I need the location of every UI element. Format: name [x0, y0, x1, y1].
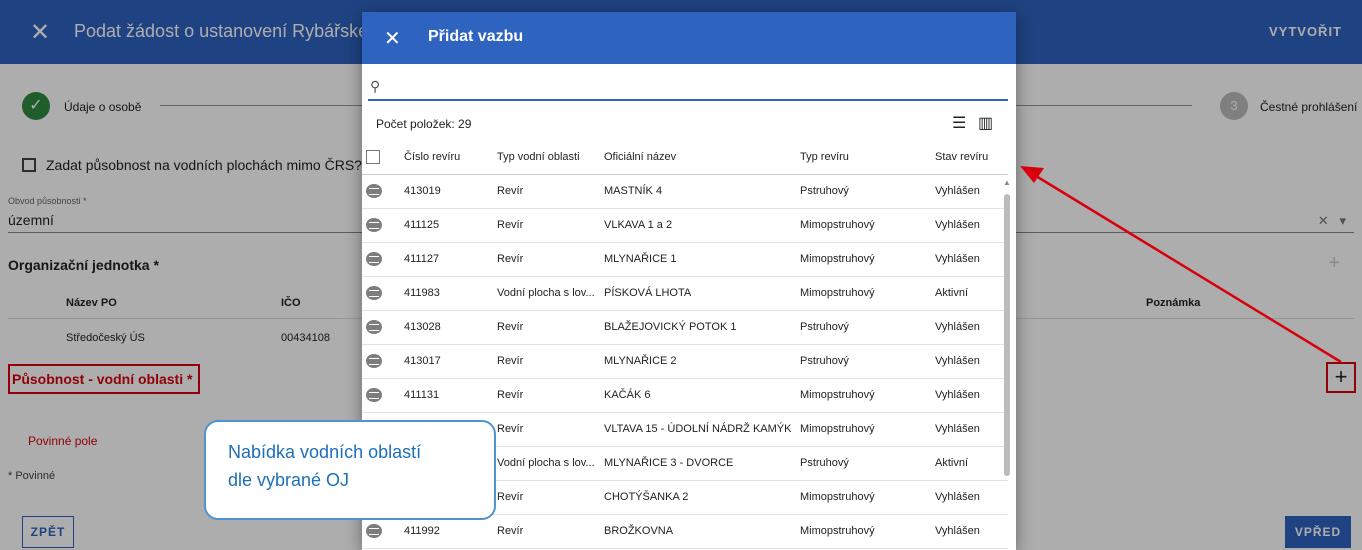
table-scrollbar[interactable]: ▲	[1003, 178, 1011, 550]
list-view-icon[interactable]: ☰	[952, 113, 966, 133]
table-cell: MLYNAŘICE 2	[600, 344, 796, 379]
water-area-icon	[366, 354, 382, 368]
table-cell: VLKAVA 1 a 2	[600, 208, 796, 243]
table-row[interactable]: 411983 Vodní plocha s lov... PÍSKOVÁ LHOTA…	[362, 276, 1008, 311]
table-cell: VLTAVA 15 - ÚDOLNÍ NÁDRŽ KAMÝK	[600, 412, 796, 447]
table-cell: MLYNAŘICE 1	[600, 242, 796, 277]
table-cell: Revír	[493, 378, 600, 413]
column-header[interactable]: Typ vodní oblasti	[493, 140, 600, 175]
table-cell: Mimopstruhový	[796, 412, 931, 447]
column-header[interactable]: Oficiální název	[600, 140, 796, 175]
item-count: Počet položek: 29	[376, 117, 472, 131]
table-cell: Vyhlášen	[931, 514, 1008, 549]
callout-line: dle vybrané OJ	[228, 470, 350, 490]
table-cell: Vodní plocha s lov...	[493, 276, 600, 311]
column-header[interactable]: Typ revíru	[796, 140, 931, 175]
table-cell: Pstruhový	[796, 446, 931, 481]
scroll-up-icon[interactable]: ▲	[1003, 178, 1011, 187]
column-header[interactable]: Stav revíru	[931, 140, 1008, 175]
table-cell: Revír	[493, 174, 600, 209]
table-cell: Mimopstruhový	[796, 276, 931, 311]
table-cell: Pstruhový	[796, 310, 931, 345]
table-cell: Revír	[493, 412, 600, 447]
table-cell: Vyhlášen	[931, 310, 1008, 345]
table-cell: 413019	[400, 174, 493, 209]
table-cell: Revír	[493, 310, 600, 345]
table-cell: Revír	[493, 480, 600, 515]
table-row[interactable]: 413017 Revír MLYNAŘICE 2 Pstruhový Vyhlášen	[362, 344, 1008, 379]
search-bar: ⚲	[368, 76, 1008, 101]
table-cell: 411127	[400, 242, 493, 277]
table-cell: MASTNÍK 4	[600, 174, 796, 209]
table-row[interactable]: 411125 Revír VLKAVA 1 a 2 Mimopstruhový Vyhl…	[362, 208, 1008, 243]
table-row[interactable]: 411127 Revír MLYNAŘICE 1 Mimopstruhový Vyhlá…	[362, 242, 1008, 277]
table-row[interactable]: 411131 Revír KAČÁK 6 Mimopstruhový Vyhlášen	[362, 378, 1008, 413]
dialog-title: Přidat vazbu	[428, 28, 524, 45]
water-area-icon	[366, 524, 382, 538]
table-cell: Revír	[493, 208, 600, 243]
water-area-icon	[366, 184, 382, 198]
close-icon[interactable]: ✕	[384, 26, 401, 51]
table-cell: BROŽKOVNA	[600, 514, 796, 549]
table-cell: Mimopstruhový	[796, 514, 931, 549]
table-cell: 413028	[400, 310, 493, 345]
table-cell: Pstruhový	[796, 344, 931, 379]
water-area-icon	[366, 320, 382, 334]
table-cell: Vodní plocha s lov...	[493, 446, 600, 481]
table-cell: Vyhlášen	[931, 480, 1008, 515]
table-cell: CHOTÝŠANKA 2	[600, 480, 796, 515]
table-cell: PÍSKOVÁ LHOTA	[600, 276, 796, 311]
table-cell: Revír	[493, 344, 600, 379]
table-cell: Vyhlášen	[931, 344, 1008, 379]
water-area-icon	[366, 286, 382, 300]
table-cell: Mimopstruhový	[796, 480, 931, 515]
water-area-icon	[366, 218, 382, 232]
water-area-icon	[366, 388, 382, 402]
table-header-row: Číslo revíru Typ vodní oblasti Oficiální…	[362, 140, 1008, 175]
table-row[interactable]: 413028 Revír BLAŽEJOVICKÝ POTOK 1 Pstruhový…	[362, 310, 1008, 345]
table-cell: Vyhlášen	[931, 174, 1008, 209]
select-all-checkbox[interactable]	[366, 149, 380, 164]
table-cell: 411131	[400, 378, 493, 413]
scrollbar-thumb[interactable]	[1004, 194, 1010, 476]
table-cell: Mimopstruhový	[796, 242, 931, 277]
table-cell: 411983	[400, 276, 493, 311]
table-cell: Mimopstruhový	[796, 208, 931, 243]
callout-line: Nabídka vodních oblastí	[228, 442, 422, 462]
table-cell: Aktivní	[931, 446, 1008, 481]
search-input[interactable]	[392, 77, 992, 97]
column-header[interactable]: Číslo revíru	[400, 140, 493, 175]
table-cell: Mimopstruhový	[796, 378, 931, 413]
water-area-icon	[366, 252, 382, 266]
table-cell: 411125	[400, 208, 493, 243]
table-cell: Pstruhový	[796, 174, 931, 209]
table-cell: Vyhlášen	[931, 208, 1008, 243]
table-cell: BLAŽEJOVICKÝ POTOK 1	[600, 310, 796, 345]
table-cell: Vyhlášen	[931, 242, 1008, 277]
table-cell: Vyhlášen	[931, 378, 1008, 413]
columns-view-icon[interactable]: ▥	[978, 113, 993, 133]
table-cell: Vyhlášen	[931, 412, 1008, 447]
search-icon: ⚲	[370, 78, 381, 94]
table-cell: 413017	[400, 344, 493, 379]
table-cell: KAČÁK 6	[600, 378, 796, 413]
table-cell: Revír	[493, 514, 600, 549]
annotation-callout: Nabídka vodních oblastí dle vybrané OJ	[204, 420, 496, 520]
dialog-header: ✕ Přidat vazbu	[362, 12, 1016, 64]
table-cell: Revír	[493, 242, 600, 277]
table-cell: MLYNAŘICE 3 - DVORCE	[600, 446, 796, 481]
table-row[interactable]: 413019 Revír MASTNÍK 4 Pstruhový Vyhlášen	[362, 174, 1008, 209]
table-cell: Aktivní	[931, 276, 1008, 311]
